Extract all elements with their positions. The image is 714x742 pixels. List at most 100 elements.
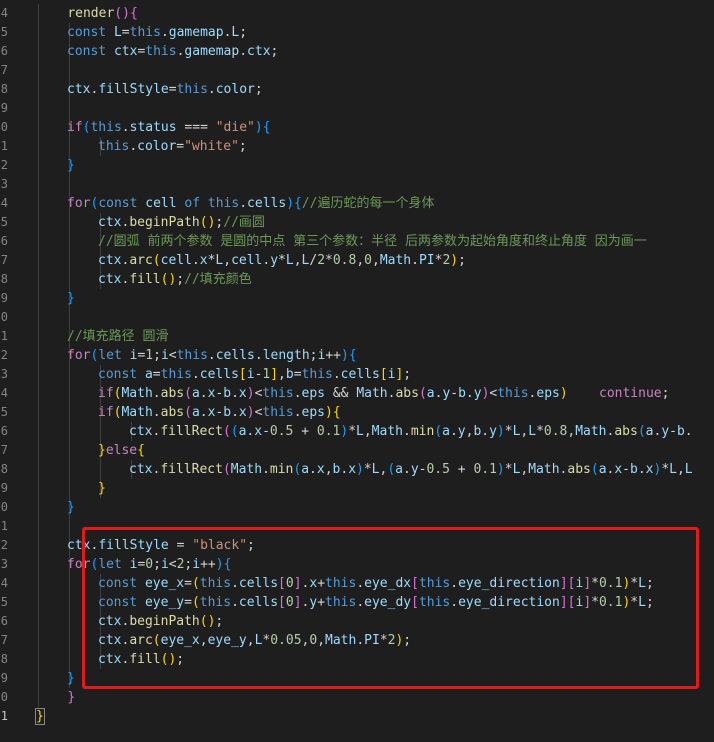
code-token: } bbox=[67, 158, 75, 173]
code-line[interactable]: if(Math.abs(a.x-b.x)<this.eps){ bbox=[98, 403, 341, 422]
code-line[interactable]: if(Math.abs(a.x-b.x)<this.eps && Math.ab… bbox=[98, 384, 669, 403]
code-line[interactable]: for(const cell of this.cells){//遍历蛇的每一个身… bbox=[67, 194, 435, 213]
code-line[interactable]: const eye_y=(this.cells[0].y+this.eye_dy… bbox=[98, 593, 654, 612]
code-token: cell bbox=[160, 253, 192, 268]
line-number: 48 bbox=[0, 272, 8, 286]
code-line[interactable]: ctx.fillStyle=this.color; bbox=[67, 80, 263, 99]
code-line[interactable]: } bbox=[35, 707, 45, 726]
code-token: arc bbox=[129, 253, 153, 268]
code-token: , bbox=[293, 253, 302, 268]
code-line[interactable]: //填充路径 圆滑 bbox=[67, 327, 168, 346]
code-line[interactable]: render(){ bbox=[36, 4, 137, 23]
code-token: if bbox=[67, 120, 83, 135]
code-token: * bbox=[325, 253, 333, 268]
code-editor[interactable]: 34 35 36 37 38 39 40 41 42 43 44 45 46 47 48 49 50 51 52 53… bbox=[0, 0, 714, 742]
code-token: x bbox=[309, 576, 318, 591]
code-token: cells bbox=[238, 595, 279, 610]
code-token: ) bbox=[496, 424, 505, 439]
code-token: * bbox=[278, 253, 286, 268]
code-token: [ bbox=[411, 595, 419, 610]
code-token: cells bbox=[215, 348, 255, 363]
code-token: this bbox=[262, 405, 294, 420]
code-line[interactable]: const eye_x=(this.cells[0].x+this.eye_dx… bbox=[98, 574, 654, 593]
code-token: b bbox=[630, 462, 638, 477]
line-number: 71 bbox=[0, 709, 8, 723]
code-line[interactable]: ctx.fill(); bbox=[98, 650, 184, 669]
line-number: 63 bbox=[0, 557, 8, 571]
code-line[interactable]: for(let i=0;i<2;i++){ bbox=[67, 555, 231, 574]
code-token: PI bbox=[364, 633, 380, 648]
line-number: 34 bbox=[0, 6, 8, 20]
code-token: . bbox=[231, 595, 239, 610]
code-line[interactable]: } bbox=[36, 688, 75, 707]
code-token: [ bbox=[278, 595, 286, 610]
code-line[interactable]: this.color="white"; bbox=[98, 137, 247, 156]
code-token: y bbox=[309, 595, 318, 610]
code-line[interactable]: ctx.arc(eye_x,eye_y,L*0.05,0,Math.PI*2); bbox=[98, 631, 411, 650]
code-line[interactable]: ctx.arc(cell.x*L,cell.y*L,L/2*0.8,0,Math… bbox=[98, 251, 466, 270]
code-token: i bbox=[192, 557, 201, 572]
code-token: let bbox=[98, 348, 130, 363]
code-line[interactable]: const a=this.cells[i-1],b=this.cells[i]; bbox=[98, 365, 411, 384]
code-token: . bbox=[449, 424, 458, 439]
code-token: y bbox=[661, 424, 670, 439]
code-line[interactable]: } bbox=[67, 289, 75, 308]
code-token: b bbox=[458, 386, 466, 401]
code-token: ) bbox=[340, 348, 349, 363]
code-token: ] bbox=[559, 595, 568, 610]
line-number: 52 bbox=[0, 348, 8, 362]
code-line[interactable]: ctx.beginPath(); bbox=[98, 612, 223, 631]
code-line[interactable]: } bbox=[67, 669, 75, 688]
code-token: b bbox=[676, 424, 685, 439]
line-number: 50 bbox=[0, 310, 8, 324]
code-token: ++ bbox=[325, 348, 341, 363]
code-line[interactable]: ctx.fillRect((a.x-0.5 + 0.1)*L,Math.min(… bbox=[129, 422, 693, 441]
code-token: a bbox=[598, 462, 607, 477]
code-token: } bbox=[98, 443, 106, 458]
code-token: + bbox=[449, 462, 474, 477]
code-token: . bbox=[637, 462, 646, 477]
code-token: this bbox=[176, 82, 208, 97]
code-line[interactable]: ctx.fill();//填充颜色 bbox=[98, 270, 252, 289]
code-token: + bbox=[293, 424, 317, 439]
code-line[interactable]: for(let i=1;i<this.cells.length;i++){ bbox=[67, 346, 357, 365]
code-token: ; bbox=[403, 633, 412, 648]
code-token: . bbox=[152, 386, 161, 401]
code-line[interactable]: ctx.beginPath();//画圆 bbox=[98, 213, 265, 232]
code-line[interactable]: //圆弧 前两个参数 是圆的中点 第三个参数：半径 后两参数为起始角度和终止角度… bbox=[98, 232, 647, 251]
code-token: L bbox=[113, 25, 122, 40]
code-line[interactable]: } bbox=[67, 156, 75, 175]
code-token: eye_y bbox=[144, 595, 185, 610]
code-token: [ bbox=[238, 367, 247, 382]
code-token: y bbox=[489, 424, 497, 439]
code-line[interactable]: ctx.fillRect(Math.min(a.x,b.x)*L,(a.y-0.… bbox=[129, 460, 693, 479]
code-token: ( bbox=[152, 253, 161, 268]
line-number: 42 bbox=[0, 158, 8, 172]
code-token: * bbox=[363, 462, 372, 477]
code-line[interactable]: }else{ bbox=[98, 441, 145, 460]
code-token: 0 bbox=[145, 557, 154, 572]
code-token: 0 bbox=[309, 633, 318, 648]
line-number: 66 bbox=[0, 614, 8, 628]
code-token: ctx bbox=[67, 538, 91, 553]
code-token: * bbox=[591, 595, 599, 610]
code-line[interactable]: const ctx=this.gamemap.ctx; bbox=[67, 42, 278, 61]
code-token: ] bbox=[583, 595, 592, 610]
code-token: for bbox=[67, 196, 91, 211]
code-token: . bbox=[356, 576, 365, 591]
code-token: b bbox=[285, 367, 294, 382]
code-line[interactable]: const L=this.gamemap.L; bbox=[67, 23, 247, 42]
code-token: . bbox=[231, 576, 239, 591]
code-token: [ bbox=[379, 367, 388, 382]
code-token: //填充颜色 bbox=[184, 272, 252, 287]
code-token: ( bbox=[387, 462, 396, 477]
code-token: eps bbox=[301, 405, 326, 420]
code-token: ( bbox=[230, 424, 239, 439]
code-token: ctx bbox=[98, 215, 122, 230]
code-line[interactable]: } bbox=[98, 479, 106, 498]
code-line[interactable]: if(this.status === "die"){ bbox=[67, 118, 271, 137]
code-token: this bbox=[176, 348, 208, 363]
code-line[interactable]: } bbox=[67, 498, 75, 517]
code-token: ctx bbox=[98, 652, 122, 667]
code-line[interactable]: ctx.fillStyle = "black"; bbox=[67, 536, 255, 555]
